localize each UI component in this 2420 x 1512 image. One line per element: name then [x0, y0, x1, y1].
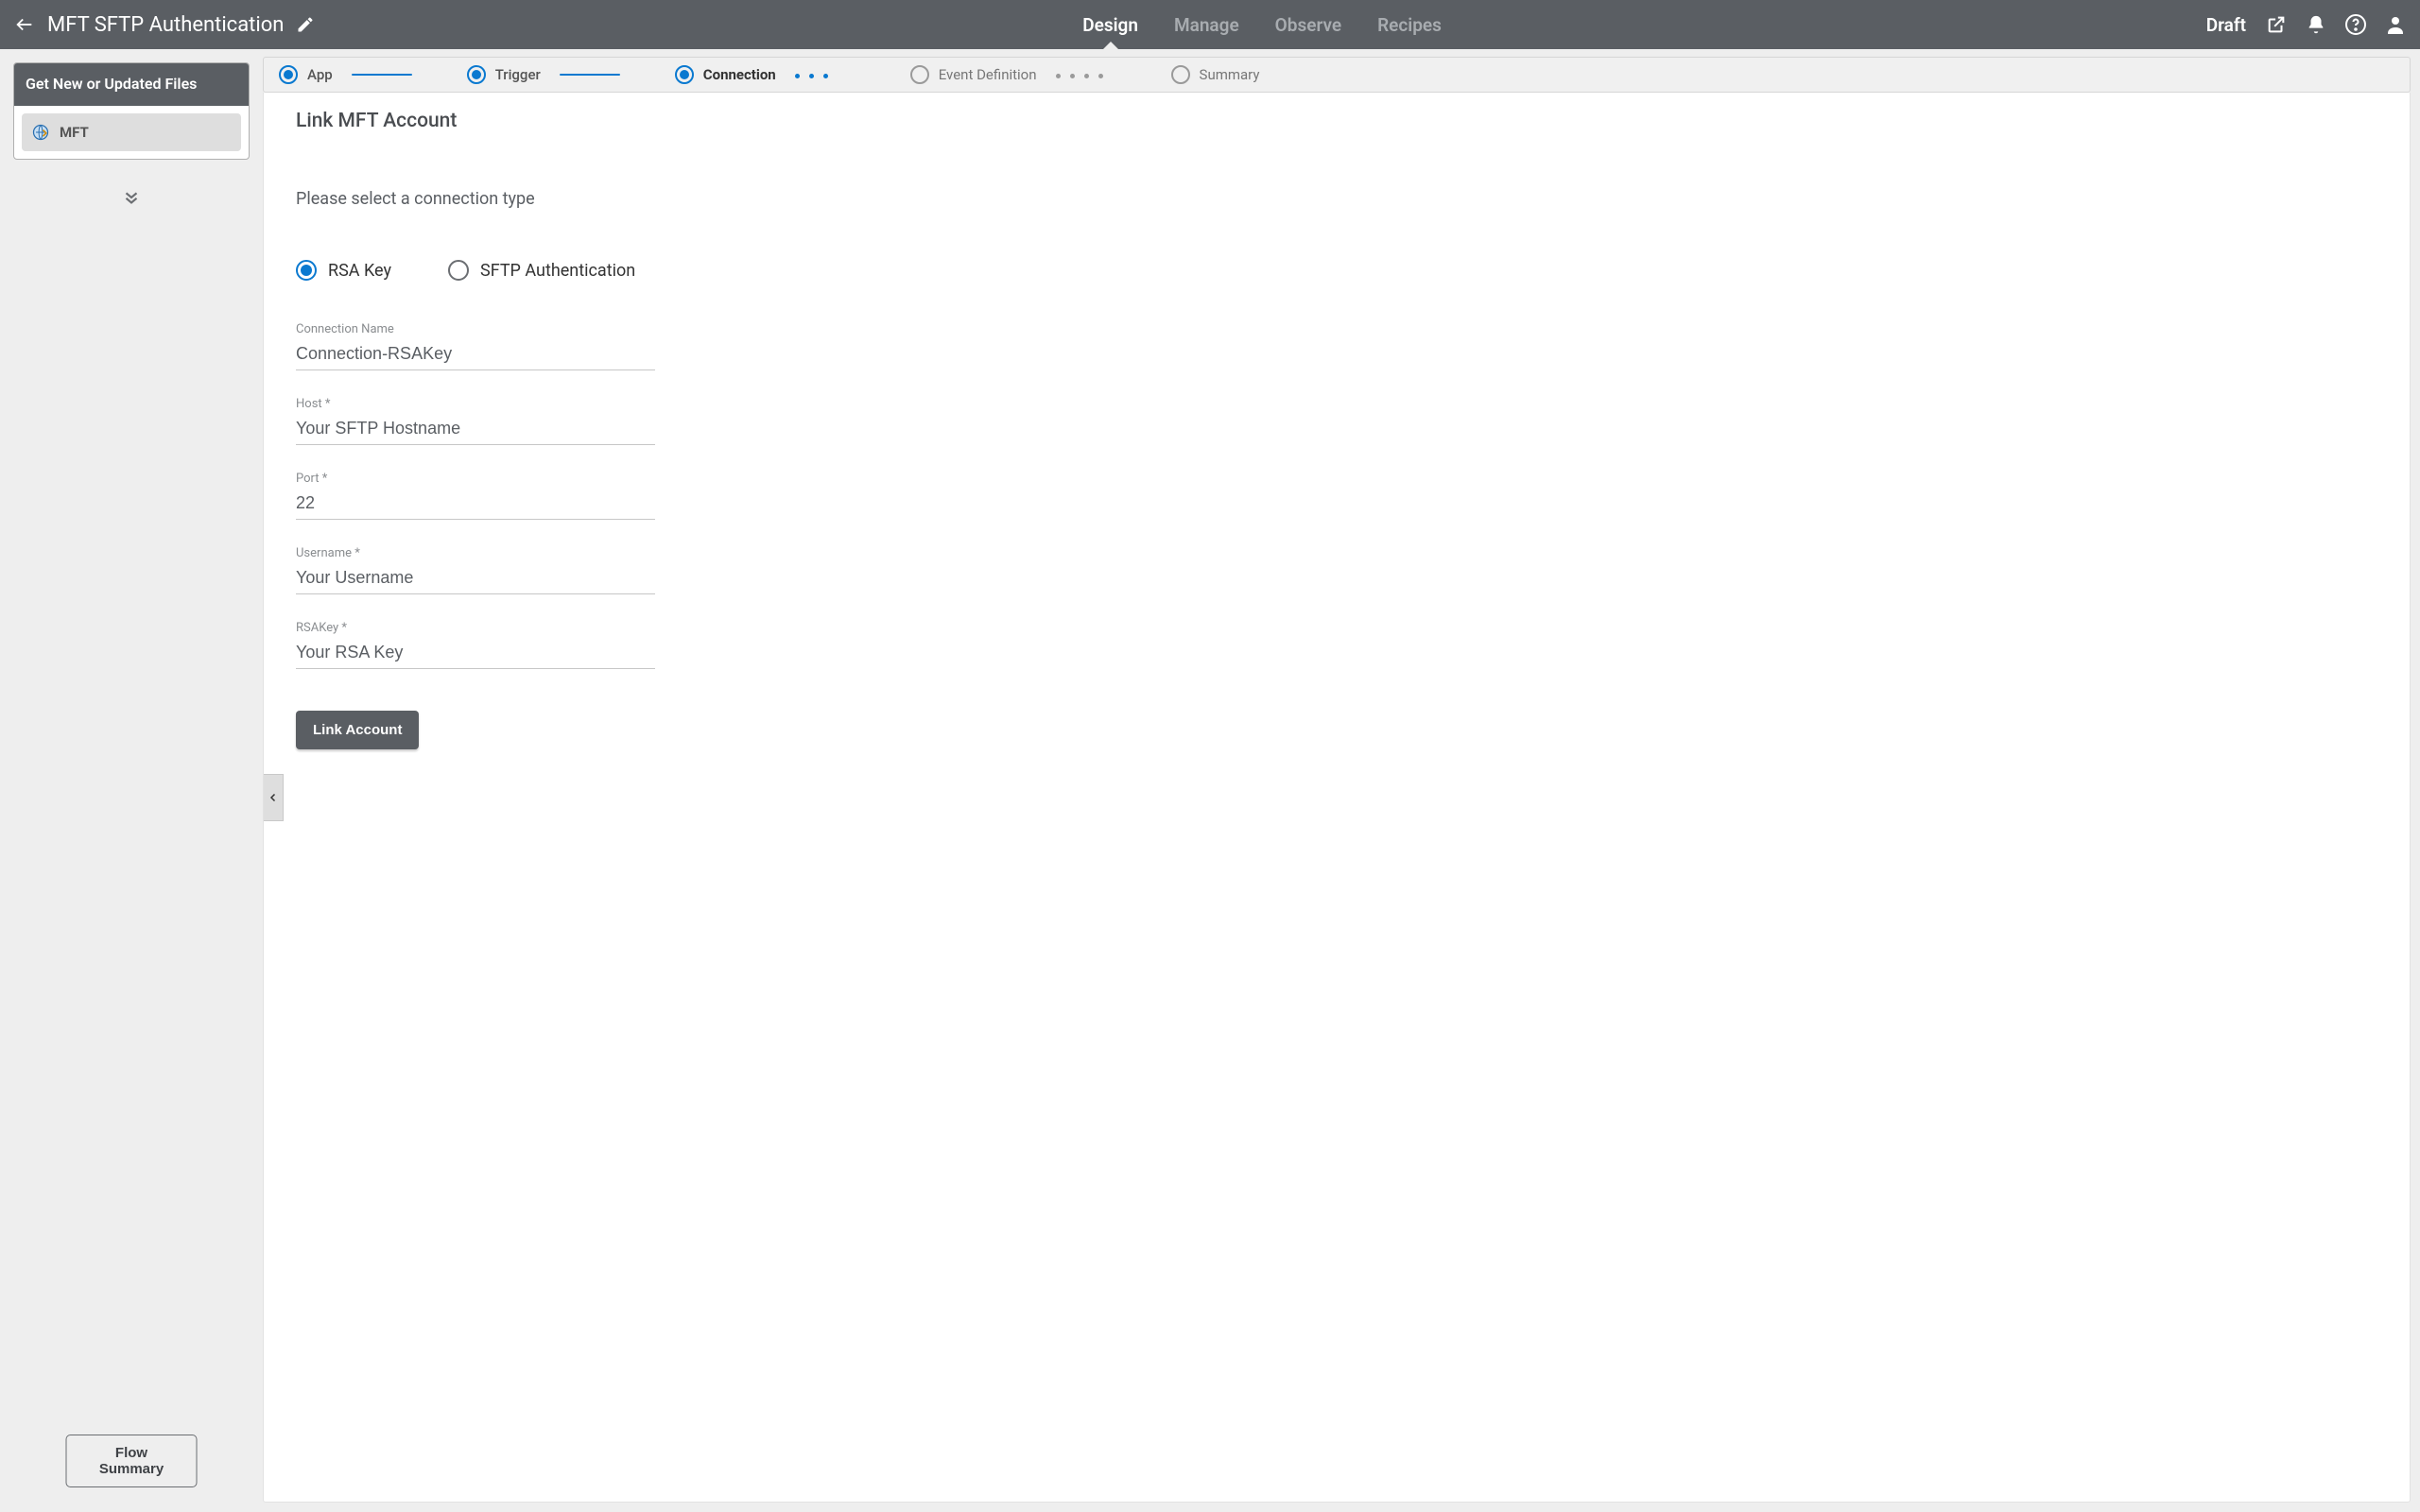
step-summary[interactable]: Summary [1171, 65, 1260, 84]
label-host: Host * [296, 397, 655, 411]
field-port: Port * [296, 472, 655, 520]
edit-icon[interactable] [293, 12, 318, 37]
app-chip-label: MFT [60, 124, 89, 141]
flow-card-title: Get New or Updated Files [14, 63, 249, 106]
input-host[interactable] [296, 415, 655, 445]
nav-design[interactable]: Design [1080, 0, 1140, 49]
input-rsakey[interactable] [296, 639, 655, 669]
field-username: Username * [296, 546, 655, 594]
content-lead: Please select a connection type [296, 189, 2377, 209]
flow-summary-button[interactable]: Flow Summary [66, 1435, 198, 1487]
step-connector-dots [795, 74, 856, 77]
content: Link MFT Account Please select a connect… [263, 93, 2411, 1503]
field-host: Host * [296, 397, 655, 445]
field-rsakey: RSAKey * [296, 621, 655, 669]
sidebar: Get New or Updated Files MFT Flow Summar… [0, 49, 263, 1512]
link-account-button[interactable]: Link Account [296, 711, 419, 749]
step-connector [560, 74, 620, 77]
top-bar: MFT SFTP Authentication Design Manage Ob… [0, 0, 2420, 49]
collapse-sidebar-icon[interactable] [263, 774, 284, 821]
stepper: App Trigger Connection Event Definition [263, 57, 2411, 93]
step-event-definition[interactable]: Event Definition [910, 65, 1037, 84]
connection-type-radios: RSA Key SFTP Authentication [296, 260, 2377, 281]
step-trigger[interactable]: Trigger [467, 65, 541, 84]
step-connector [352, 74, 412, 77]
flow-card: Get New or Updated Files MFT [13, 62, 250, 160]
page-title: MFT SFTP Authentication [47, 13, 284, 37]
radio-sftp-auth[interactable]: SFTP Authentication [448, 260, 635, 281]
content-title: Link MFT Account [296, 110, 2377, 132]
label-port: Port * [296, 472, 655, 486]
label-rsakey: RSAKey * [296, 621, 655, 635]
radio-rsa-key[interactable]: RSA Key [296, 260, 391, 281]
bell-icon[interactable] [2305, 13, 2327, 36]
nav-observe[interactable]: Observe [1273, 0, 1343, 49]
label-connection-name: Connection Name [296, 322, 655, 336]
input-connection-name[interactable] [296, 340, 655, 370]
top-nav: Design Manage Observe Recipes [318, 0, 2205, 49]
step-connection[interactable]: Connection [675, 65, 776, 84]
input-port[interactable] [296, 490, 655, 520]
input-username[interactable] [296, 564, 655, 594]
step-app[interactable]: App [279, 65, 333, 84]
back-icon[interactable] [13, 13, 36, 36]
external-link-icon[interactable] [2265, 13, 2288, 36]
nav-manage[interactable]: Manage [1172, 0, 1241, 49]
step-connector-dots [1056, 74, 1116, 77]
user-icon[interactable] [2384, 13, 2407, 36]
mft-app-icon [31, 123, 50, 142]
label-username: Username * [296, 546, 655, 560]
main: App Trigger Connection Event Definition [263, 49, 2420, 1512]
status-label: Draft [2206, 14, 2246, 36]
app-chip-mft[interactable]: MFT [22, 113, 241, 151]
help-icon[interactable] [2344, 13, 2367, 36]
topbar-icons [2265, 13, 2407, 36]
nav-recipes[interactable]: Recipes [1375, 0, 1443, 49]
expand-icon[interactable] [13, 186, 250, 207]
field-connection-name: Connection Name [296, 322, 655, 370]
